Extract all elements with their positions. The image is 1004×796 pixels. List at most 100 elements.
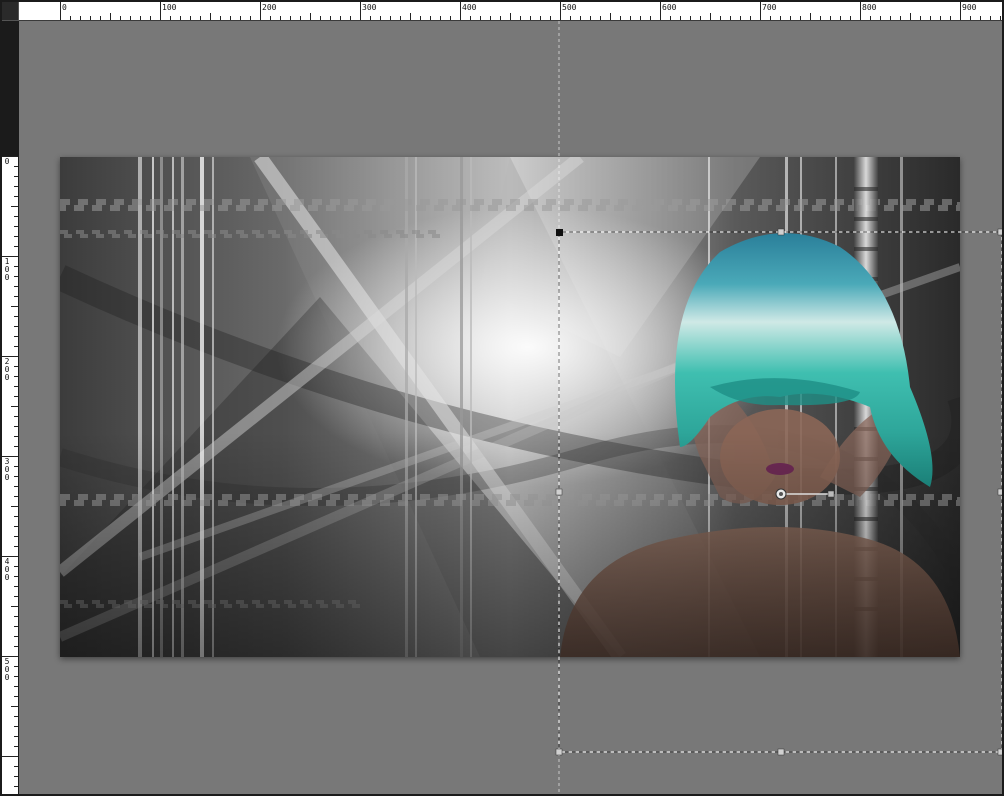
ruler-tick xyxy=(14,386,18,387)
ruler-tick xyxy=(14,716,18,717)
ruler-tick xyxy=(520,16,521,20)
ruler-tick xyxy=(14,296,18,297)
ruler-tick xyxy=(14,766,18,767)
ruler-tick xyxy=(130,16,131,20)
edge-handle-left[interactable] xyxy=(555,488,563,496)
square-handle-icon[interactable] xyxy=(827,490,835,498)
ruler-tick xyxy=(880,16,881,20)
ruler-tick xyxy=(14,666,18,667)
ruler-tick xyxy=(14,436,18,437)
ruler-tick xyxy=(600,16,601,20)
corner-handle-bottom-left[interactable] xyxy=(555,748,563,756)
ruler-tick xyxy=(970,16,971,20)
ruler-label: 600 xyxy=(662,3,677,12)
ruler-tick xyxy=(570,16,571,20)
ruler-tick xyxy=(14,726,18,727)
ruler-tick xyxy=(14,636,18,637)
ruler-tick xyxy=(14,336,18,337)
corner-handle-bottom-right[interactable] xyxy=(997,748,1002,756)
ruler-label: 800 xyxy=(862,3,877,12)
ruler-tick xyxy=(14,236,18,237)
ruler-tick xyxy=(950,16,951,20)
ruler-label: 300 xyxy=(4,457,10,482)
corner-handle-top-left[interactable] xyxy=(556,229,563,236)
ruler-corner xyxy=(2,2,19,21)
ruler-tick xyxy=(870,16,871,20)
ruler-tick xyxy=(70,16,71,20)
ruler-tick xyxy=(14,476,18,477)
ruler-tick xyxy=(330,16,331,20)
ruler-tick xyxy=(440,16,441,20)
ruler-tick xyxy=(90,16,91,20)
ruler-tick xyxy=(750,16,751,20)
ruler-tick xyxy=(650,16,651,20)
edge-handle-right[interactable] xyxy=(997,488,1002,496)
ruler-tick xyxy=(490,16,491,20)
ruler-tick xyxy=(14,616,18,617)
ruler-tick xyxy=(14,166,18,167)
ruler-label: 0 xyxy=(62,3,67,12)
canvas-workspace[interactable] xyxy=(19,21,1002,794)
ruler-tick xyxy=(14,176,18,177)
ruler-tick xyxy=(14,746,18,747)
ruler-tick xyxy=(770,16,771,20)
ruler-tick xyxy=(660,2,661,20)
ruler-tick xyxy=(2,756,18,757)
ruler-tick xyxy=(14,276,18,277)
ruler-tick xyxy=(350,16,351,20)
vertical-ruler[interactable]: 0 100 200 300 400 500 xyxy=(2,156,18,794)
ruler-tick xyxy=(120,16,121,20)
ruler-tick xyxy=(860,2,861,20)
ruler-tick xyxy=(930,16,931,20)
ruler-tick xyxy=(740,16,741,20)
vertical-ruler-track: 0 100 200 300 400 500 xyxy=(2,21,18,794)
ruler-tick xyxy=(940,16,941,20)
ruler-tick xyxy=(14,496,18,497)
ruler-tick xyxy=(14,376,18,377)
ruler-tick xyxy=(14,466,18,467)
ruler-tick xyxy=(560,2,561,20)
ruler-tick xyxy=(960,2,961,20)
ruler-tick xyxy=(200,16,201,20)
ruler-tick xyxy=(1000,16,1001,20)
ruler-tick xyxy=(80,16,81,20)
corner-handle-top-right[interactable] xyxy=(997,228,1002,236)
ruler-tick xyxy=(630,16,631,20)
ruler-tick xyxy=(11,706,18,707)
ruler-tick xyxy=(230,16,231,20)
ruler-tick xyxy=(690,16,691,20)
ruler-tick xyxy=(14,566,18,567)
ruler-tick xyxy=(500,16,501,20)
ruler-tick xyxy=(760,2,761,20)
ruler-label: 100 xyxy=(4,257,10,282)
ruler-tick xyxy=(14,396,18,397)
ruler-tick xyxy=(14,686,18,687)
ruler-tick xyxy=(14,546,18,547)
ruler-tick xyxy=(11,406,18,407)
ruler-label: 400 xyxy=(4,557,10,582)
ruler-tick xyxy=(370,16,371,20)
ruler-tick xyxy=(540,16,541,20)
ruler-tick xyxy=(270,16,271,20)
ruler-tick xyxy=(910,13,911,20)
ruler-tick xyxy=(410,13,411,20)
ruler-tick xyxy=(14,786,18,787)
ruler-label: 0 xyxy=(4,157,10,166)
ruler-tick xyxy=(580,16,581,20)
edge-handle-bottom[interactable] xyxy=(777,748,785,756)
ruler-tick xyxy=(14,286,18,287)
ruler-label: 200 xyxy=(262,3,277,12)
ruler-tick xyxy=(340,16,341,20)
ruler-tick xyxy=(990,16,991,20)
horizontal-ruler[interactable]: 0 100 200 300 400 500 600 700 800 900 xyxy=(19,2,1002,21)
ruler-tick xyxy=(250,16,251,20)
edge-handle-top[interactable] xyxy=(777,228,785,236)
ruler-tick xyxy=(730,16,731,20)
ruler-tick xyxy=(14,326,18,327)
ruler-tick xyxy=(300,16,301,20)
ruler-tick xyxy=(100,16,101,20)
ruler-tick xyxy=(190,16,191,20)
ruler-tick xyxy=(170,16,171,20)
ruler-tick xyxy=(290,16,291,20)
ruler-label: 100 xyxy=(162,3,177,12)
